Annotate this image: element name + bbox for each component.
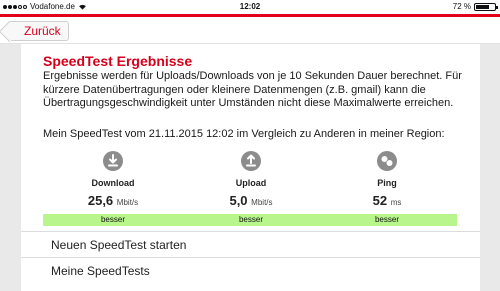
back-button-label: Zurück: [24, 24, 61, 38]
upload-unit: Mbit/s: [251, 198, 273, 207]
download-value-line: 25,6 Mbit/s: [43, 193, 183, 208]
battery-icon: [474, 2, 498, 11]
upload-value: 5,0: [229, 193, 248, 208]
upload-label: Upload: [235, 178, 267, 188]
ping-icon: [377, 151, 397, 171]
ping-label: Ping: [377, 178, 397, 188]
upload-icon: [241, 151, 261, 171]
download-icon: [103, 151, 123, 171]
status-bar-right: 72 %: [452, 2, 498, 11]
ping-value-line: 52 ms: [317, 193, 457, 208]
navigation-bar: Zurück: [0, 17, 500, 44]
battery-percentage: 72 %: [452, 2, 471, 11]
right-gutter: [480, 44, 500, 291]
upload-metric: Upload 5,0 Mbit/s besser: [181, 148, 321, 228]
comparison-text: Mein SpeedTest vom 21.11.2015 12:02 im V…: [43, 128, 445, 140]
battery-level-fill: [476, 4, 489, 9]
back-button[interactable]: Zurück: [8, 21, 69, 41]
download-label: Download: [91, 178, 135, 188]
ping-rating-badge: besser: [317, 214, 457, 226]
status-time: 12:02: [239, 2, 261, 11]
left-gutter: [0, 44, 21, 291]
results-card: SpeedTest Ergebnisse Ergebnisse werden f…: [21, 44, 480, 291]
upload-rating-badge: besser: [181, 214, 321, 226]
download-metric: Download 25,6 Mbit/s besser: [43, 148, 183, 228]
my-speedtests-label: Meine SpeedTests: [51, 264, 150, 278]
ping-value: 52: [372, 193, 388, 208]
download-rating-badge: besser: [43, 214, 183, 226]
download-value: 25,6: [87, 193, 114, 208]
new-speedtest-row[interactable]: Neuen SpeedTest starten: [21, 231, 480, 257]
download-unit: Mbit/s: [116, 198, 139, 207]
page-title: SpeedTest Ergebnisse: [43, 53, 193, 69]
ping-unit: ms: [390, 198, 402, 207]
new-speedtest-label: Neuen SpeedTest starten: [51, 238, 187, 252]
results-description: Ergebnisse werden für Uploads/Downloads …: [43, 70, 462, 109]
ping-metric: Ping 52 ms besser: [317, 148, 457, 228]
upload-value-line: 5,0 Mbit/s: [181, 193, 321, 208]
my-speedtests-row[interactable]: Meine SpeedTests: [21, 257, 480, 283]
status-bar: Vodafone.de 12:02 72 %: [0, 0, 500, 14]
